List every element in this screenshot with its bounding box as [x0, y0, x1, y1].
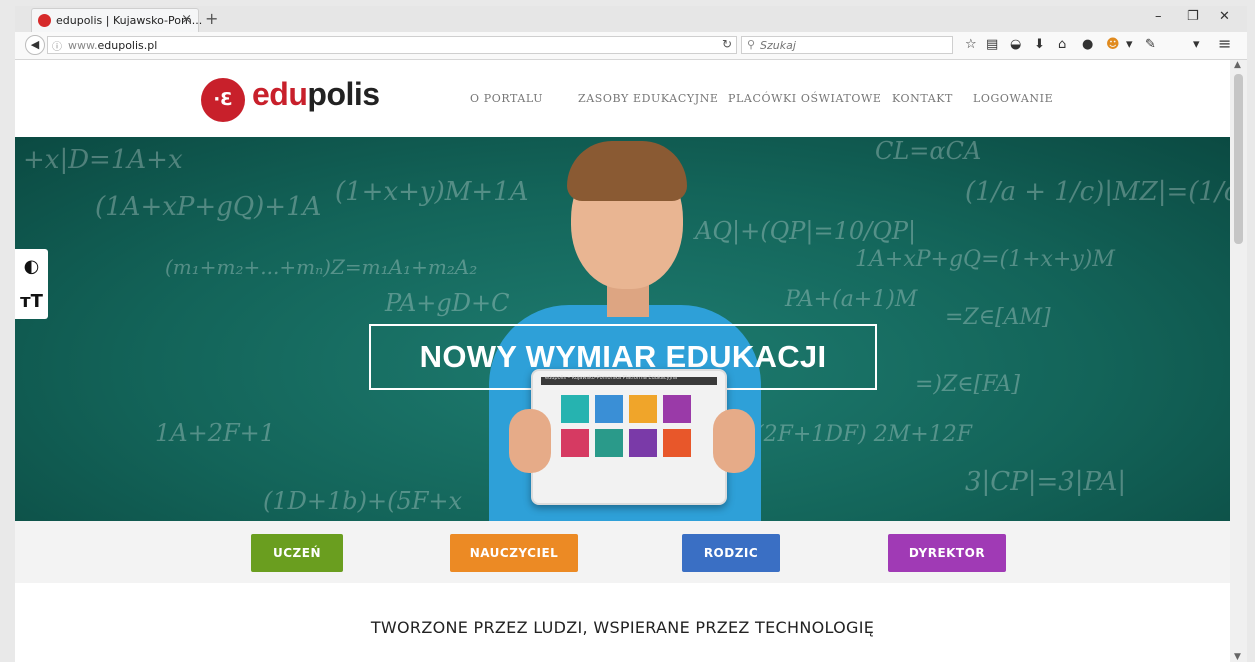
- search-box[interactable]: ⚲: [741, 36, 953, 54]
- restore-icon[interactable]: ❐: [1187, 9, 1199, 24]
- chalk-formula: (1A+xP+gQ)+1A: [95, 192, 322, 222]
- chalk-formula: CL=αCA: [875, 137, 982, 165]
- role-button-dyrektor[interactable]: DYREKTOR: [888, 534, 1006, 572]
- menu-item-logowanie[interactable]: LOGOWANIE: [973, 92, 1053, 105]
- role-button-uczen[interactable]: UCZEŃ: [251, 534, 343, 572]
- search-input[interactable]: [760, 38, 940, 52]
- edupolis-logo-icon[interactable]: ·Ɛ: [201, 78, 245, 122]
- close-window-icon[interactable]: ✕: [1219, 9, 1230, 24]
- tablet-title-bar: edupolis – Kujawsko-Pomorska Platforma E…: [541, 375, 717, 385]
- chalk-formula: PA+(a+1)M: [785, 287, 918, 312]
- font-size-icon[interactable]: ᴛT: [15, 284, 48, 319]
- extension-icon[interactable]: ☻: [1106, 37, 1120, 52]
- reading-list-icon[interactable]: ▤: [986, 37, 998, 52]
- scroll-down-icon[interactable]: ▼: [1234, 652, 1241, 662]
- back-arrow-icon[interactable]: ◀: [25, 35, 45, 55]
- browser-tab[interactable]: edupolis | Kujawsko-Pom... ×: [31, 8, 202, 32]
- address-bar[interactable]: ⓘ www.edupolis.pl ↻: [47, 36, 737, 54]
- scroll-up-icon[interactable]: ▲: [1234, 60, 1241, 70]
- tab-strip: edupolis | Kujawsko-Pom... × + – ❐ ✕: [15, 6, 1247, 32]
- hero-banner: +x|D=1A+x (1A+xP+gQ)+1A (1+x+y)M+1A (m₁+…: [15, 137, 1230, 521]
- tablet-image: edupolis – Kujawsko-Pomorska Platforma E…: [531, 369, 727, 505]
- contrast-icon[interactable]: ◐: [15, 249, 48, 284]
- url-text: www.edupolis.pl: [68, 39, 158, 52]
- web-page: ·Ɛ edupolis O PORTALU ZASOBY EDUKACYJNE …: [15, 60, 1230, 662]
- navigation-bar: ◀ ⓘ www.edupolis.pl ↻ ⚲ ☆ ▤ ◒ ⬇ ⌂ ● ☻ ▾ …: [15, 32, 1247, 60]
- app-tile-icon: [595, 395, 623, 423]
- info-icon[interactable]: ⓘ: [52, 38, 62, 53]
- chalk-formula: 1A+xP+gQ=(1+x+y)M: [855, 247, 1115, 272]
- menu-item-o-portalu[interactable]: O PORTALU: [470, 92, 543, 105]
- chalk-formula: 3|CP|=3|PA|: [965, 467, 1127, 497]
- chat-icon[interactable]: ●: [1082, 37, 1093, 52]
- reload-icon[interactable]: ↻: [722, 37, 732, 51]
- tools-icon[interactable]: ✎: [1145, 37, 1156, 52]
- right-hand: [713, 409, 755, 473]
- chalk-formula: 1A+2F+1: [155, 419, 276, 447]
- pocket-icon[interactable]: ◒: [1010, 37, 1021, 52]
- chalk-formula: (2F+1DF) 2M+12F: [755, 422, 972, 447]
- bookmark-star-icon[interactable]: ☆: [965, 37, 977, 52]
- left-hand: [509, 409, 551, 473]
- role-button-nauczyciel[interactable]: NAUCZYCIEL: [450, 534, 578, 572]
- edupolis-favicon-icon: [38, 14, 51, 27]
- chalk-formula: (1/a + 1/c)|MZ|=(1/c: [965, 177, 1230, 207]
- chalk-formula: (1+x+y)M+1A: [335, 177, 529, 207]
- role-button-rodzic[interactable]: RODZIC: [682, 534, 780, 572]
- accessibility-panel: ◐ ᴛT: [15, 249, 48, 319]
- close-tab-icon[interactable]: ×: [181, 12, 192, 27]
- site-header: ·Ɛ edupolis O PORTALU ZASOBY EDUKACYJNE …: [15, 60, 1230, 137]
- menu-item-placowki[interactable]: PLACÓWKI OŚWIATOWE: [728, 92, 882, 105]
- hamburger-menu-icon[interactable]: ≡: [1218, 34, 1231, 53]
- chalk-formula: PA+gD+C: [385, 289, 510, 317]
- boy-hair: [567, 141, 687, 201]
- tablet-title: edupolis – Kujawsko-Pomorska Platforma E…: [545, 375, 678, 381]
- chalk-formula: =Z∈[AM]: [945, 305, 1051, 330]
- page-scrollbar[interactable]: ▲ ▼: [1230, 60, 1247, 662]
- role-bar: UCZEŃ NAUCZYCIEL RODZIC DYREKTOR: [15, 521, 1230, 583]
- app-tile-icon: [629, 395, 657, 423]
- dropdown2-icon[interactable]: ▾: [1193, 37, 1200, 52]
- scrollbar-thumb[interactable]: [1234, 74, 1243, 244]
- app-tile-icon: [561, 429, 589, 457]
- site-logo[interactable]: edupolis: [252, 76, 380, 113]
- app-tile-icon: [595, 429, 623, 457]
- browser-window: edupolis | Kujawsko-Pom... × + – ❐ ✕ ◀ ⓘ…: [15, 6, 1247, 662]
- menu-item-zasoby[interactable]: ZASOBY EDUKACYJNE: [578, 92, 719, 105]
- menu-item-kontakt[interactable]: KONTAKT: [892, 92, 953, 105]
- chalk-formula: (m₁+m₂+...+mₙ)Z=m₁A₁+m₂A₂: [165, 255, 478, 279]
- new-tab-button[interactable]: +: [205, 9, 218, 28]
- app-tile-icon: [629, 429, 657, 457]
- minimize-icon[interactable]: –: [1155, 9, 1162, 24]
- dropdown-icon[interactable]: ▾: [1126, 37, 1133, 52]
- app-tile-icon: [663, 395, 691, 423]
- tagline: TWORZONE PRZEZ LUDZI, WSPIERANE PRZEZ TE…: [370, 618, 875, 637]
- app-tile-icon: [561, 395, 589, 423]
- app-tile-icon: [663, 429, 691, 457]
- home-icon[interactable]: ⌂: [1058, 37, 1066, 52]
- chalk-formula: =)Z∈[FA]: [915, 372, 1020, 397]
- search-icon: ⚲: [747, 38, 756, 51]
- downloads-icon[interactable]: ⬇: [1034, 37, 1045, 52]
- chalk-formula: (1D+1b)+(5F+x: [263, 487, 463, 515]
- chalk-formula: AQ|+(QP|=10/QP|: [695, 217, 917, 245]
- chalk-formula: +x|D=1A+x: [23, 145, 183, 175]
